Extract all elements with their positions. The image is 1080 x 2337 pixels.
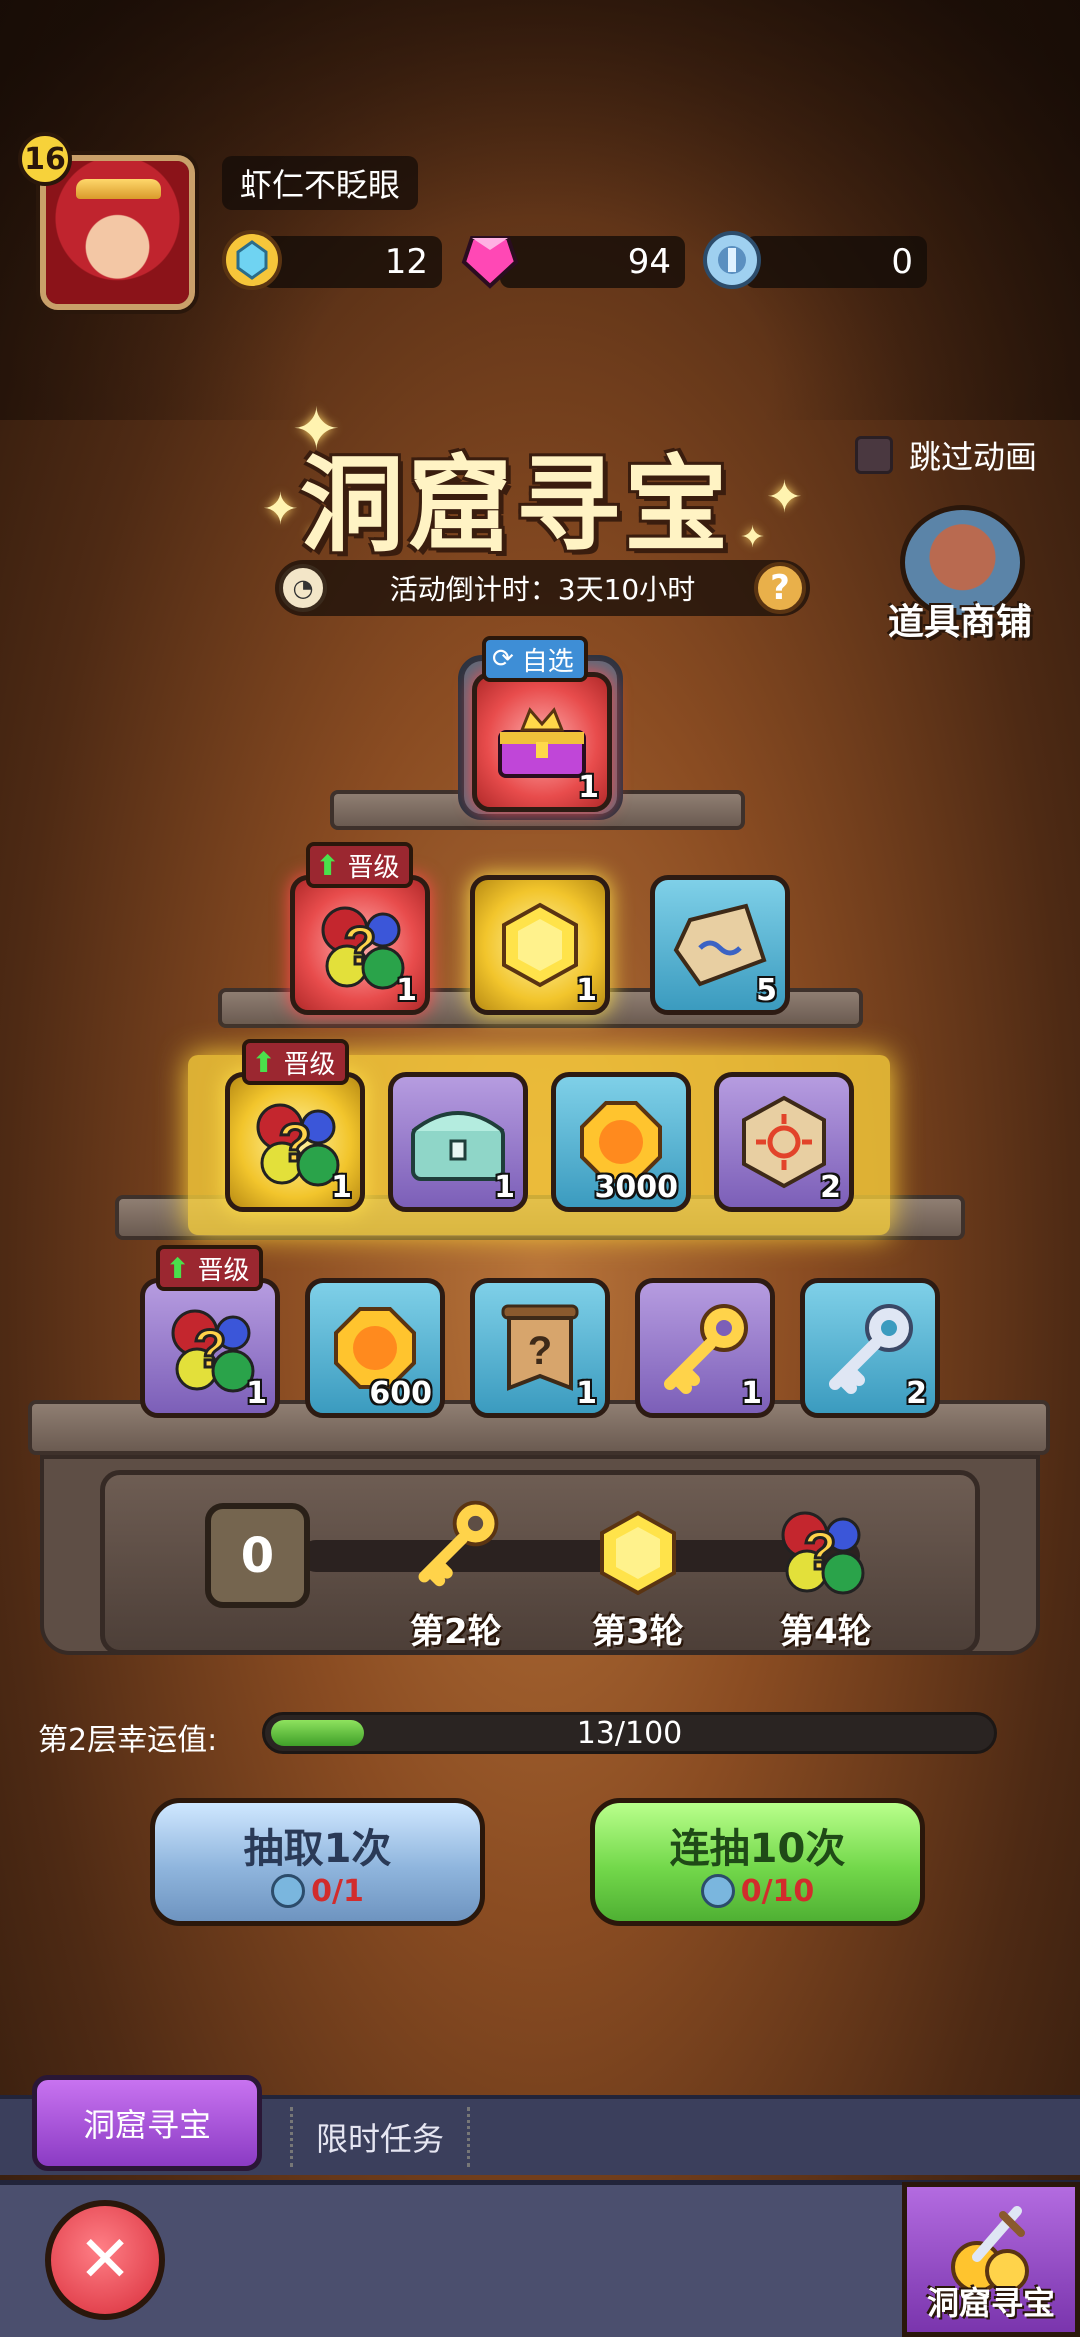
- item-count: 1: [331, 1170, 352, 1205]
- key-amount: 0: [891, 242, 913, 282]
- event-countdown: ◔ 活动倒计时：3天10小时 ?: [275, 560, 810, 616]
- gold-coin-icon: [222, 230, 282, 290]
- item-count: 1: [578, 770, 599, 805]
- prize-tile-4-2[interactable]: 600: [305, 1278, 445, 1418]
- upgrade-label: 晋级: [283, 1049, 336, 1080]
- tab-cave-treasure[interactable]: 洞窟寻宝: [32, 2075, 262, 2171]
- item-count: 1: [494, 1170, 515, 1205]
- prize-tile-2-2[interactable]: 1: [470, 875, 610, 1015]
- draw-once-button[interactable]: 抽取1次 0/1: [150, 1798, 485, 1926]
- up-arrow-icon: ⬆: [166, 1251, 190, 1285]
- item-count: 600: [369, 1376, 432, 1411]
- sparkle-icon: ✦: [766, 472, 803, 523]
- top-prize-tile[interactable]: 1: [472, 672, 612, 812]
- luck-value: 13/100: [576, 1715, 683, 1751]
- skip-label: 跳过动画: [909, 438, 1038, 476]
- draw-once-cost-text: 0/1: [311, 1873, 364, 1909]
- avatar-tiara: [76, 179, 161, 199]
- skip-checkbox[interactable]: [855, 436, 893, 474]
- round-counter: 0: [205, 1503, 310, 1608]
- svg-text:?: ?: [279, 1113, 312, 1173]
- mystery-gems-icon: ?: [781, 1511, 865, 1595]
- prize-tile-4-3[interactable]: ? 1: [470, 1278, 610, 1418]
- self-select-label: 自选: [521, 646, 574, 677]
- sparkle-icon: ✦: [262, 484, 299, 535]
- sparkle-icon: ✦: [740, 520, 766, 555]
- prize-tile-2-1[interactable]: ? 1: [290, 875, 430, 1015]
- stage-label-2: 第2轮: [410, 1612, 502, 1652]
- up-arrow-icon: ⬆: [252, 1045, 276, 1079]
- shop-label: 道具商铺: [887, 602, 1032, 643]
- clock-icon: ◔: [279, 564, 327, 612]
- prize-tile-3-3[interactable]: 3000: [551, 1072, 691, 1212]
- item-count: 5: [756, 973, 777, 1008]
- stage-label-4: 第4轮: [780, 1612, 872, 1652]
- cave-treasure-shortcut[interactable]: 洞窟寻宝: [902, 2182, 1080, 2337]
- prize-tile-4-5[interactable]: 2: [800, 1278, 940, 1418]
- up-arrow-icon: ⬆: [316, 848, 340, 882]
- prize-tile-4-1[interactable]: ? 1: [140, 1278, 280, 1418]
- upgrade-tag: ⬆ 晋级: [242, 1039, 350, 1085]
- skip-animation-toggle[interactable]: 跳过动画: [855, 432, 1037, 478]
- blue-key-token-icon: [703, 231, 761, 289]
- item-count: 1: [741, 1376, 762, 1411]
- prize-tile-3-1[interactable]: ? 1: [225, 1072, 365, 1212]
- refresh-icon: ⟳: [492, 644, 514, 674]
- svg-text:?: ?: [528, 1329, 552, 1373]
- self-select-tag[interactable]: ⟳ 自选: [482, 636, 588, 682]
- item-count: 2: [820, 1170, 841, 1205]
- svg-text:?: ?: [344, 916, 377, 976]
- draw-ten-cost: 0/10: [700, 1873, 815, 1909]
- item-count: 1: [396, 973, 417, 1008]
- prize-tile-3-4[interactable]: 2: [714, 1072, 854, 1212]
- player-name: 虾仁不眨眼: [222, 156, 419, 210]
- stage-label-3: 第3轮: [592, 1612, 684, 1652]
- item-count: 1: [246, 1376, 267, 1411]
- gem-balance: 94: [500, 236, 685, 288]
- svg-text:?: ?: [804, 1521, 837, 1581]
- blue-key-token-icon: [271, 1874, 306, 1908]
- gold-key-icon: [418, 1500, 499, 1587]
- pink-gem-icon: [461, 236, 519, 289]
- draw-once-label: 抽取1次: [243, 1825, 392, 1872]
- prize-tile-4-4[interactable]: 1: [635, 1278, 775, 1418]
- item-count: 1: [576, 973, 597, 1008]
- draw-ten-label: 连抽10次: [669, 1825, 846, 1872]
- gold-gem-icon: [600, 1510, 676, 1596]
- draw-ten-cost-text: 0/10: [740, 1873, 815, 1909]
- tab-limited-tasks[interactable]: 限时任务: [290, 2107, 470, 2167]
- blue-key-token-icon: [700, 1874, 735, 1908]
- draw-ten-button[interactable]: 连抽10次 0/10: [590, 1798, 925, 1926]
- coin-amount: 12: [384, 242, 428, 282]
- countdown-text: 活动倒计时：3天10小时: [389, 573, 696, 606]
- item-count: 2: [906, 1376, 927, 1411]
- prize-tile-2-3[interactable]: 5: [650, 875, 790, 1015]
- key-balance: 0: [745, 236, 927, 288]
- luck-label: 第2层幸运值:: [38, 1723, 218, 1758]
- upgrade-label: 晋级: [197, 1255, 250, 1286]
- help-icon[interactable]: ?: [754, 562, 806, 614]
- draw-once-cost: 0/1: [271, 1874, 364, 1909]
- item-count: 3000: [594, 1170, 679, 1205]
- shortcut-label: 洞窟寻宝: [926, 2284, 1055, 2322]
- coin-balance: 12: [262, 236, 442, 288]
- svg-text:?: ?: [194, 1319, 227, 1379]
- prize-tile-3-2[interactable]: 1: [388, 1072, 528, 1212]
- close-icon: ✕: [78, 2223, 132, 2297]
- upgrade-tag: ⬆ 晋级: [306, 842, 414, 888]
- gem-amount: 94: [627, 242, 671, 282]
- level-badge: 16: [18, 132, 72, 186]
- upgrade-tag: ⬆ 晋级: [156, 1245, 264, 1291]
- event-title: 洞窟寻宝: [300, 444, 733, 566]
- close-button[interactable]: ✕: [45, 2200, 165, 2320]
- upgrade-label: 晋级: [347, 852, 400, 883]
- luck-progress-bar: 13/100: [262, 1712, 997, 1754]
- item-count: 1: [576, 1376, 597, 1411]
- item-shop-button[interactable]: 道具商铺: [880, 505, 1040, 645]
